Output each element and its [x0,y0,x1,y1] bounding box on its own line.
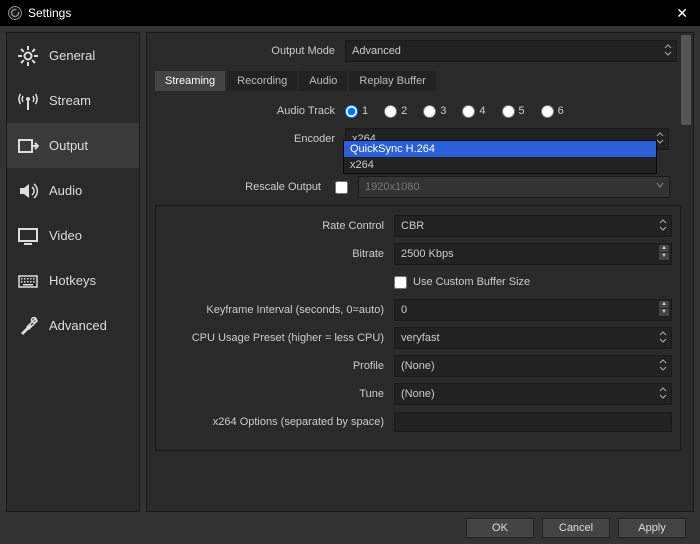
sidebar-item-video[interactable]: Video [7,213,139,258]
audio-track-row: Audio Track 1 2 3 4 5 6 [155,101,681,121]
apply-button[interactable]: Apply [618,518,686,538]
keyframe-input[interactable]: 0 ▲▼ [394,299,672,321]
rescale-row: Rescale Output 1920x1080 [155,177,681,197]
sidebar-item-label: Audio [49,183,82,198]
sidebar: General Stream Output Audio Video Hotkey… [6,32,140,512]
output-tabs: Streaming Recording Audio Replay Buffer [155,71,681,91]
sidebar-item-general[interactable]: General [7,33,139,78]
output-mode-select[interactable]: Advanced [345,40,677,62]
radio-input[interactable] [345,105,358,118]
sidebar-item-audio[interactable]: Audio [7,168,139,213]
tune-row: Tune (None) [164,384,672,404]
sidebar-item-label: Output [49,138,88,153]
broadcast-icon [17,90,39,112]
tab-recording[interactable]: Recording [227,71,297,91]
sidebar-item-advanced[interactable]: Advanced [7,303,139,348]
audio-track-2[interactable]: 2 [384,105,407,118]
monitor-icon [17,225,39,247]
chevron-down-icon [655,180,665,190]
tab-replay-buffer[interactable]: Replay Buffer [349,71,435,91]
sidebar-item-label: Hotkeys [49,273,96,288]
rate-control-label: Rate Control [164,220,394,232]
rescale-value: 1920x1080 [365,181,419,193]
gear-icon [17,45,39,67]
custom-buffer-row: Use Custom Buffer Size [164,272,672,292]
cpu-preset-select[interactable]: veryfast [394,327,672,349]
radio-input[interactable] [541,105,554,118]
encoder-dropdown[interactable]: QuickSync H.264 x264 [343,140,657,174]
custom-buffer-checkbox[interactable] [394,276,407,289]
sidebar-item-stream[interactable]: Stream [7,78,139,123]
audio-track-label: Audio Track [155,105,345,117]
rescale-label: Rescale Output [155,181,331,193]
output-icon [17,135,39,157]
chevron-updown-icon [664,44,672,56]
ok-button[interactable]: OK [466,518,534,538]
rescale-checkbox[interactable] [335,181,348,194]
sidebar-item-output[interactable]: Output [7,123,139,168]
footer: OK Cancel Apply [0,518,700,544]
sidebar-item-label: Stream [49,93,91,108]
radio-input[interactable] [462,105,475,118]
chevron-updown-icon [659,219,667,231]
chevron-updown-icon [659,359,667,371]
encoder-settings-group: Rate Control CBR Bitrate 2500 Kbps ▲▼ [155,205,681,451]
scrollbar[interactable] [681,35,691,125]
encoder-option-quicksync[interactable]: QuickSync H.264 [344,141,656,157]
chevron-updown-icon [659,331,667,343]
output-mode-label: Output Mode [155,45,345,57]
speaker-icon [17,180,39,202]
radio-input[interactable] [384,105,397,118]
audio-track-4[interactable]: 4 [462,105,485,118]
custom-buffer-label: Use Custom Buffer Size [413,276,530,288]
spinner-icon[interactable]: ▲▼ [659,245,669,260]
audio-track-6[interactable]: 6 [541,105,564,118]
encoder-option-x264[interactable]: x264 [344,157,656,173]
window-title: Settings [28,6,672,20]
sidebar-item-label: Advanced [49,318,107,333]
cpu-preset-row: CPU Usage Preset (higher = less CPU) ver… [164,328,672,348]
bitrate-row: Bitrate 2500 Kbps ▲▼ [164,244,672,264]
keyboard-icon [17,270,39,292]
encoder-label: Encoder [155,133,345,145]
chevron-updown-icon [656,132,664,144]
sidebar-item-label: General [49,48,95,63]
radio-input[interactable] [423,105,436,118]
rate-control-row: Rate Control CBR [164,216,672,236]
close-icon[interactable]: ✕ [672,5,692,22]
chevron-updown-icon [659,387,667,399]
output-mode-row: Output Mode Advanced [155,41,681,61]
profile-label: Profile [164,360,394,372]
x264-opts-label: x264 Options (separated by space) [164,416,394,428]
radio-input[interactable] [502,105,515,118]
cpu-preset-label: CPU Usage Preset (higher = less CPU) [164,332,394,344]
keyframe-row: Keyframe Interval (seconds, 0=auto) 0 ▲▼ [164,300,672,320]
audio-track-3[interactable]: 3 [423,105,446,118]
tune-select[interactable]: (None) [394,383,672,405]
titlebar: Settings ✕ [0,0,700,26]
x264-opts-input[interactable] [394,412,672,432]
output-mode-value: Advanced [352,45,401,57]
rate-control-select[interactable]: CBR [394,215,672,237]
audio-track-1[interactable]: 1 [345,105,368,118]
spinner-icon[interactable]: ▲▼ [659,301,669,316]
tools-icon [17,315,39,337]
tune-label: Tune [164,388,394,400]
profile-row: Profile (None) [164,356,672,376]
cancel-button[interactable]: Cancel [542,518,610,538]
bitrate-input[interactable]: 2500 Kbps ▲▼ [394,243,672,265]
main-panel: Output Mode Advanced Streaming Recording… [146,32,694,512]
audio-track-5[interactable]: 5 [502,105,525,118]
obs-logo-icon [8,6,22,20]
sidebar-item-label: Video [49,228,82,243]
tab-streaming[interactable]: Streaming [155,71,225,91]
x264-opts-row: x264 Options (separated by space) [164,412,672,432]
profile-select[interactable]: (None) [394,355,672,377]
bitrate-label: Bitrate [164,248,394,260]
rescale-select[interactable]: 1920x1080 [358,176,670,198]
tab-audio[interactable]: Audio [299,71,347,91]
sidebar-item-hotkeys[interactable]: Hotkeys [7,258,139,303]
keyframe-label: Keyframe Interval (seconds, 0=auto) [164,304,394,316]
